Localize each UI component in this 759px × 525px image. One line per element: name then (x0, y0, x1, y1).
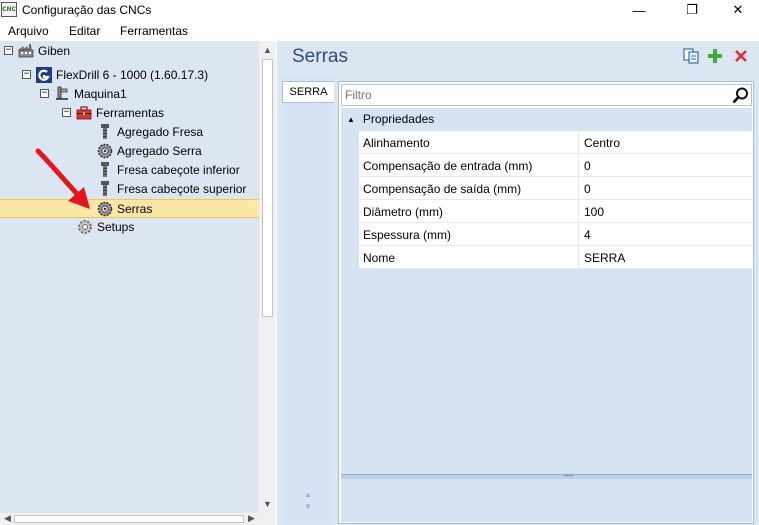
tree-vertical-scrollbar[interactable]: ▲ ▼ (259, 41, 276, 513)
tree-node-label: Serras (117, 201, 153, 216)
property-row[interactable]: Nome SERRA (359, 246, 752, 269)
gear-icon (77, 219, 93, 235)
property-row[interactable]: Espessura (mm) 4 (359, 223, 752, 246)
collapse-caret-icon[interactable]: ▲ (347, 115, 355, 124)
filter-box (341, 84, 752, 106)
column-divider (578, 246, 579, 269)
tree-node-ferramentas[interactable]: − Ferramentas (62, 103, 164, 122)
saw-blade-icon (97, 143, 113, 159)
tree-node-label: Ferramentas (96, 105, 165, 120)
scroll-right-icon[interactable]: ▶ (248, 513, 255, 524)
collapse-icon[interactable]: − (22, 70, 31, 79)
scroll-up-icon[interactable]: ▲ (263, 45, 272, 55)
properties-pane: Serras SERRA ▲▼ ▲ Propriedades Alinhamen… (277, 41, 759, 525)
column-divider (578, 131, 579, 154)
property-row[interactable]: Compensação de saída (mm) 0 (359, 177, 752, 200)
tree-node-label: Giben (38, 43, 71, 58)
tree-node-serras[interactable]: Serras (97, 199, 152, 218)
tree-node-label: Fresa cabeçote inferior (117, 162, 240, 177)
column-divider (578, 200, 579, 223)
property-value[interactable]: SERRA (584, 251, 625, 265)
property-value[interactable]: 4 (584, 228, 591, 242)
property-value[interactable]: Centro (584, 136, 620, 150)
scroll-thumb[interactable] (262, 59, 273, 317)
tab-strip: SERRA ▲ ▼ (282, 77, 334, 524)
property-name: Espessura (mm) (363, 228, 452, 242)
column-divider (578, 177, 579, 200)
tree-pane: − Giben − FlexDrill 6 - 1000 (1.60.17.3)… (0, 41, 260, 513)
page-title: Serras (292, 46, 348, 67)
close-button[interactable]: ✕ (715, 0, 759, 20)
tree-node-agregado-serra[interactable]: Agregado Serra (97, 141, 202, 160)
menu-editar[interactable]: Editar (69, 24, 100, 38)
property-name: Alinhamento (363, 136, 430, 150)
tree-node-label: Agregado Serra (117, 143, 202, 158)
property-name: Nome (363, 251, 396, 265)
tree-node-maquina1[interactable]: − Maquina1 (40, 84, 127, 103)
property-name: Compensação de saída (mm) (363, 182, 522, 196)
search-icon[interactable] (732, 87, 749, 104)
column-divider (578, 154, 579, 177)
tree-node-label: Fresa cabeçote superior (117, 181, 247, 196)
tree-horizontal-scrollbar[interactable]: ◀ ▶ (0, 513, 276, 525)
scroll-left-icon[interactable]: ◀ (4, 513, 11, 524)
description-area (341, 479, 752, 522)
property-row[interactable]: Diâmetro (mm) 100 (359, 200, 752, 223)
collapse-icon[interactable]: − (4, 46, 13, 55)
tree-node-flexdrill[interactable]: − FlexDrill 6 - 1000 (1.60.17.3) (22, 65, 208, 84)
tab-scroll-arrows-icon[interactable]: ▲ ▼ (304, 489, 312, 513)
tab-serra[interactable]: SERRA (282, 81, 334, 103)
tree-node-setups[interactable]: Setups (77, 217, 134, 236)
giben-logo-icon (36, 66, 52, 83)
tree-node-label: Agregado Fresa (117, 124, 204, 139)
window-title: Configuração das CNCs (22, 3, 152, 17)
property-grid: ▲ Propriedades Alinhamento Centro Compen… (341, 108, 752, 474)
machine-icon (54, 86, 70, 102)
tree-node-agregado-fresa[interactable]: Agregado Fresa (97, 122, 203, 141)
property-name: Diâmetro (mm) (363, 205, 443, 219)
category-label: Propriedades (362, 112, 435, 126)
tree-node-giben[interactable]: − Giben (4, 41, 70, 60)
scroll-thumb[interactable] (14, 515, 244, 523)
column-divider (578, 223, 579, 246)
filter-input[interactable] (345, 87, 725, 103)
property-name: Compensação de entrada (mm) (363, 159, 533, 173)
annotation-arrow-icon (35, 148, 90, 209)
collapse-icon[interactable]: − (40, 89, 49, 98)
factory-icon (18, 43, 34, 59)
drill-bit-icon (97, 180, 113, 197)
property-row[interactable]: Alinhamento Centro (359, 131, 752, 154)
maximize-button[interactable]: ❐ (669, 0, 715, 20)
delete-icon[interactable] (733, 48, 749, 64)
collapse-icon[interactable]: − (62, 108, 71, 117)
property-grid-panel: ▲ Propriedades Alinhamento Centro Compen… (338, 81, 754, 524)
saw-blade-icon (97, 201, 113, 217)
scroll-down-icon[interactable]: ▼ (263, 499, 272, 509)
add-icon[interactable] (707, 48, 723, 64)
app-icon: CNC (1, 2, 17, 17)
menu-bar: Arquivo Editar Ferramentas (0, 20, 759, 41)
tree-node-label: Maquina1 (74, 86, 127, 101)
tree-node-label: FlexDrill 6 - 1000 (1.60.17.3) (56, 67, 209, 82)
title-bar: CNC Configuração das CNCs — ❐ ✕ (0, 0, 759, 20)
property-row[interactable]: Compensação de entrada (mm) 0 (359, 154, 752, 177)
menu-arquivo[interactable]: Arquivo (8, 24, 49, 38)
tree-node-fresa-superior[interactable]: Fresa cabeçote superior (97, 179, 246, 198)
property-value[interactable]: 100 (584, 205, 604, 219)
drill-bit-icon (97, 123, 113, 140)
toolbox-icon (76, 105, 92, 121)
tree-node-fresa-inferior[interactable]: Fresa cabeçote inferior (97, 160, 240, 179)
copy-icon[interactable] (683, 48, 699, 64)
property-value[interactable]: 0 (584, 182, 591, 196)
minimize-button[interactable]: — (616, 0, 662, 20)
menu-ferramentas[interactable]: Ferramentas (120, 24, 188, 38)
property-value[interactable]: 0 (584, 159, 591, 173)
tree-node-label: Setups (97, 219, 135, 234)
drill-bit-icon (97, 161, 113, 178)
category-propriedades[interactable]: ▲ Propriedades (341, 108, 752, 130)
